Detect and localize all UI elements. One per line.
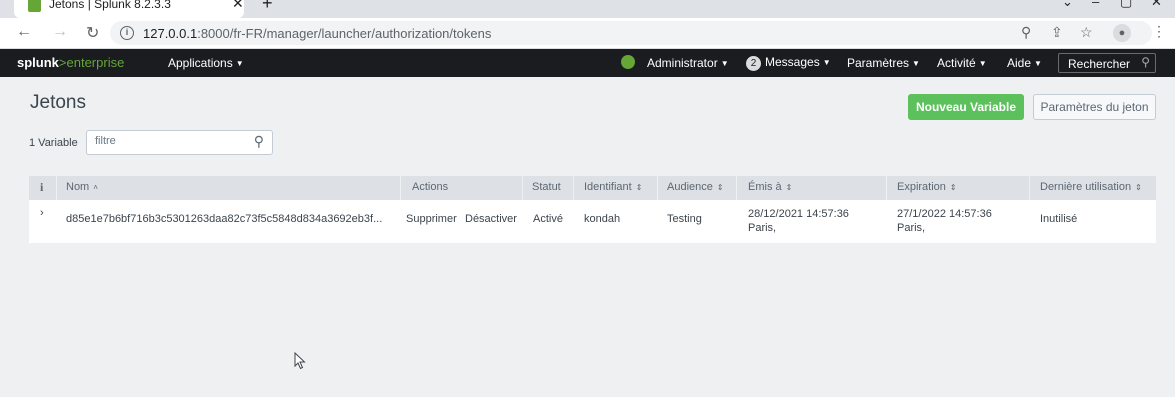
column-header-last-used[interactable]: Dernière utilisation ⇕ [1040, 181, 1142, 193]
filter-input[interactable] [95, 135, 245, 147]
new-tab-icon[interactable]: + [262, 0, 273, 14]
nav-search-button[interactable]: Rechercher ⚲ [1058, 53, 1156, 73]
filter-box[interactable]: ⚲ [86, 130, 273, 155]
page-title: Jetons [30, 92, 86, 113]
tab-close-icon[interactable]: ✕ [232, 0, 244, 12]
expand-row-icon[interactable]: › [40, 207, 44, 219]
table-row: › d85e1e7b6bf716b3c5301263daa82c73f5c584… [29, 200, 1156, 243]
token-audience: Testing [667, 213, 702, 225]
reload-icon[interactable]: ↻ [86, 23, 99, 43]
browser-tab-title: Jetons | Splunk 8.2.3.3 [49, 0, 171, 11]
browser-tab[interactable]: Jetons | Splunk 8.2.3.3 ✕ [14, 0, 244, 18]
help-menu[interactable]: Aide ▼ [1007, 56, 1042, 70]
splunk-favicon-icon [28, 0, 41, 12]
zoom-icon[interactable]: ⚲ [1021, 24, 1031, 41]
admin-menu[interactable]: Administrator ▼ [647, 56, 729, 70]
window-close-icon[interactable]: ✕ [1151, 0, 1162, 10]
column-header-id[interactable]: Identifiant ⇕ [584, 181, 642, 193]
apps-menu[interactable]: Applications ▼ [168, 56, 244, 70]
token-expiration: 27/1/2022 14:57:36 Paris, [897, 208, 992, 234]
splunk-logo[interactable]: splunk>enterprise [17, 55, 124, 70]
token-name: d85e1e7b6bf716b3c5301263daa82c73f5c5848d… [66, 213, 383, 225]
bookmark-star-icon[interactable]: ☆ [1080, 24, 1093, 41]
maximize-icon[interactable]: ▢ [1120, 0, 1132, 10]
search-icon: ⚲ [1141, 55, 1150, 69]
back-icon[interactable]: ← [16, 23, 32, 41]
settings-menu[interactable]: Paramètres ▼ [847, 56, 920, 70]
disable-link[interactable]: Désactiver [465, 213, 517, 225]
minimize-icon[interactable]: – [1092, 0, 1099, 9]
browser-toolbar: ← → ↻ i 127.0.0.1:8000/fr-FR/manager/lau… [0, 18, 1175, 49]
browser-menu-icon[interactable]: ⋮ [1152, 23, 1166, 40]
browser-tab-strip: Jetons | Splunk 8.2.3.3 ✕ + ⌄ – ▢ ✕ [0, 0, 1175, 18]
token-status: Activé [533, 213, 563, 225]
sort-icon: ⇕ [785, 183, 793, 192]
token-last-used: Inutilisé [1040, 213, 1078, 225]
result-count: 1 Variable [29, 137, 78, 149]
token-id: kondah [584, 213, 621, 225]
messages-menu[interactable]: 2 Messages ▼ [746, 55, 831, 71]
address-bar[interactable]: i 127.0.0.1:8000/fr-FR/manager/launcher/… [110, 21, 1152, 45]
column-header-expiration[interactable]: Expiration ⇕ [897, 181, 957, 193]
sort-asc-icon: ˄ [93, 183, 98, 192]
sort-icon: ⇕ [716, 183, 724, 192]
health-status-icon[interactable] [621, 55, 635, 69]
profile-avatar-icon[interactable]: ● [1113, 24, 1131, 42]
new-token-button[interactable]: Nouveau Variable [908, 94, 1024, 120]
column-header-actions: Actions [412, 181, 449, 193]
token-settings-button[interactable]: Paramètres du jeton [1033, 94, 1156, 120]
share-icon[interactable]: ⇪ [1051, 24, 1063, 41]
chevron-down-icon[interactable]: ⌄ [1062, 0, 1073, 10]
search-icon: ⚲ [253, 133, 264, 149]
column-header-name[interactable]: Nom ˄ [66, 181, 98, 193]
info-column-icon: i [40, 180, 44, 194]
mouse-cursor-icon [294, 352, 306, 370]
table-header: i Nom ˄ Actions Statut Identifiant ⇕ Audie… [29, 176, 1156, 200]
column-header-audience[interactable]: Audience ⇕ [667, 181, 724, 193]
site-info-icon[interactable]: i [120, 26, 134, 40]
column-header-status: Statut [532, 181, 561, 193]
activity-menu[interactable]: Activité ▼ [937, 56, 987, 70]
forward-icon[interactable]: → [52, 23, 68, 41]
delete-link[interactable]: Supprimer [406, 213, 457, 225]
token-issued: 28/12/2021 14:57:36 Paris, [748, 208, 849, 234]
messages-count-badge: 2 [746, 56, 761, 71]
address-url[interactable]: 127.0.0.1:8000/fr-FR/manager/launcher/au… [143, 26, 491, 41]
splunk-navbar: splunk>enterprise Applications ▼ Administ… [0, 49, 1175, 77]
sort-icon: ⇕ [949, 183, 957, 192]
sort-icon: ⇕ [635, 183, 643, 192]
sort-icon: ⇕ [1135, 183, 1142, 192]
column-header-issued[interactable]: Émis à ⇕ [748, 181, 792, 193]
